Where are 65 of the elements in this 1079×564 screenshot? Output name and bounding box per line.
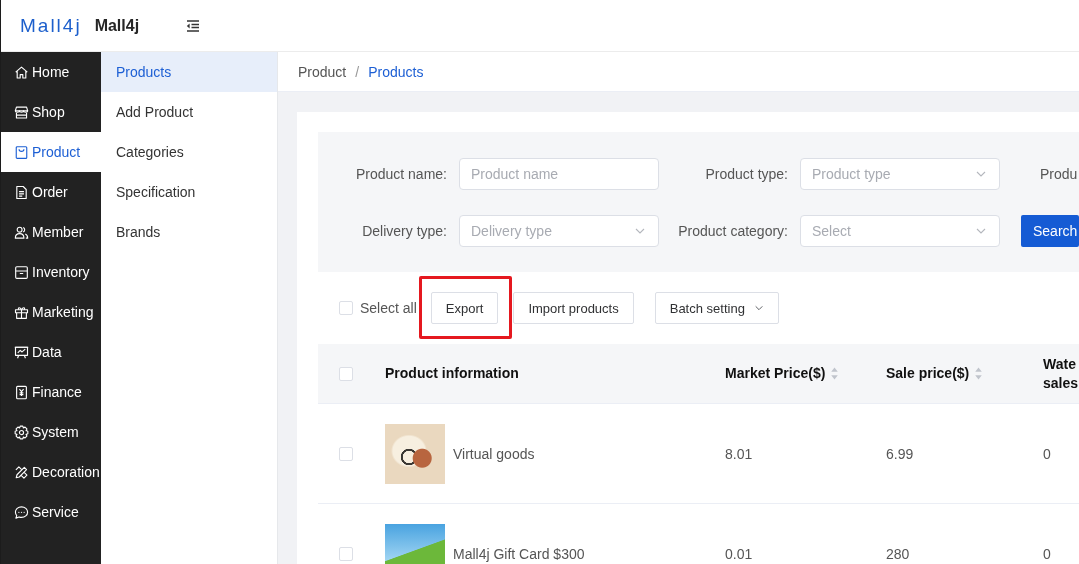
nav-item[interactable]: Shop: [1, 92, 101, 132]
field-label: Produ: [1039, 166, 1078, 182]
field-label: Delivery type:: [361, 223, 448, 239]
breadcrumb-separator: /: [355, 63, 360, 80]
logo: Mall4j: [20, 14, 82, 37]
nav-item[interactable]: Marketing: [1, 292, 101, 332]
dropdown-button[interactable]: Batch setting: [654, 292, 779, 324]
breadcrumb-link[interactable]: Product: [298, 63, 347, 80]
column-header: Wate sales: [1043, 354, 1079, 393]
home-icon: [14, 64, 29, 80]
checkbox[interactable]: [339, 366, 353, 381]
table-cell: 0: [1043, 445, 1051, 462]
nav-item[interactable]: Service: [1, 492, 101, 532]
table-cell: 0.01: [725, 545, 753, 562]
field-label: Product name:: [354, 166, 448, 182]
gift-icon: [14, 304, 29, 320]
submenu-item[interactable]: Categories: [101, 132, 277, 172]
checkbox[interactable]: [339, 446, 353, 461]
column-header: Product information: [385, 364, 519, 383]
field-label: Product type:: [704, 166, 789, 182]
table-cell: 0: [1043, 545, 1051, 562]
photo-placeholder: [385, 423, 445, 484]
nav-item[interactable]: Order: [1, 172, 101, 212]
pencil-ruler-icon: [14, 464, 29, 480]
chevron-down-icon: [753, 303, 764, 313]
sort-icon[interactable]: [830, 367, 840, 380]
table-cell: 280: [886, 545, 910, 562]
submenu-item[interactable]: Brands: [101, 212, 277, 252]
store-icon: [14, 104, 29, 120]
sort-icon[interactable]: [974, 367, 984, 380]
nav-item[interactable]: Member: [1, 212, 101, 252]
nav-item[interactable]: Decoration: [1, 452, 101, 492]
field-label: Product category:: [677, 223, 789, 239]
nav-item[interactable]: Home: [1, 52, 101, 92]
presentation-chart-icon: [14, 344, 29, 360]
nav-item[interactable]: Finance: [1, 372, 101, 412]
nav-item[interactable]: System: [1, 412, 101, 452]
checkbox-label[interactable]: Select all: [360, 300, 417, 316]
breadcrumb-current: Products: [368, 63, 424, 80]
submenu-item[interactable]: Specification: [101, 172, 277, 212]
table-cell: 6.99: [886, 445, 914, 462]
menu-icon[interactable]: [185, 17, 202, 34]
checkbox[interactable]: [339, 301, 353, 315]
app-title: Mall4j: [94, 15, 140, 36]
column-header: Sale price($): [886, 364, 970, 383]
chat-icon: [14, 504, 29, 520]
yen-document-icon: [14, 384, 29, 400]
table-cell: 8.01: [725, 445, 753, 462]
nav-item[interactable]: Product: [1, 132, 101, 172]
nav-item[interactable]: Data: [1, 332, 101, 372]
toolbar-button[interactable]: Export: [430, 292, 499, 324]
nav-item[interactable]: Inventory: [1, 252, 101, 292]
settings-icon: [14, 424, 29, 440]
search-button[interactable]: Search: [1021, 215, 1079, 247]
bag-icon: [14, 144, 29, 160]
submenu-item[interactable]: Add Product: [101, 92, 277, 132]
users-icon: [14, 224, 29, 240]
product-name: Virtual goods: [453, 445, 535, 462]
column-header: Market Price($): [725, 364, 826, 383]
box-icon: [14, 264, 29, 280]
document-icon: [14, 184, 29, 200]
submenu-item[interactable]: Products: [101, 52, 277, 92]
toolbar-button[interactable]: Import products: [513, 292, 634, 324]
product-name: Mall4j Gift Card $300: [453, 545, 585, 562]
checkbox[interactable]: [339, 546, 353, 561]
